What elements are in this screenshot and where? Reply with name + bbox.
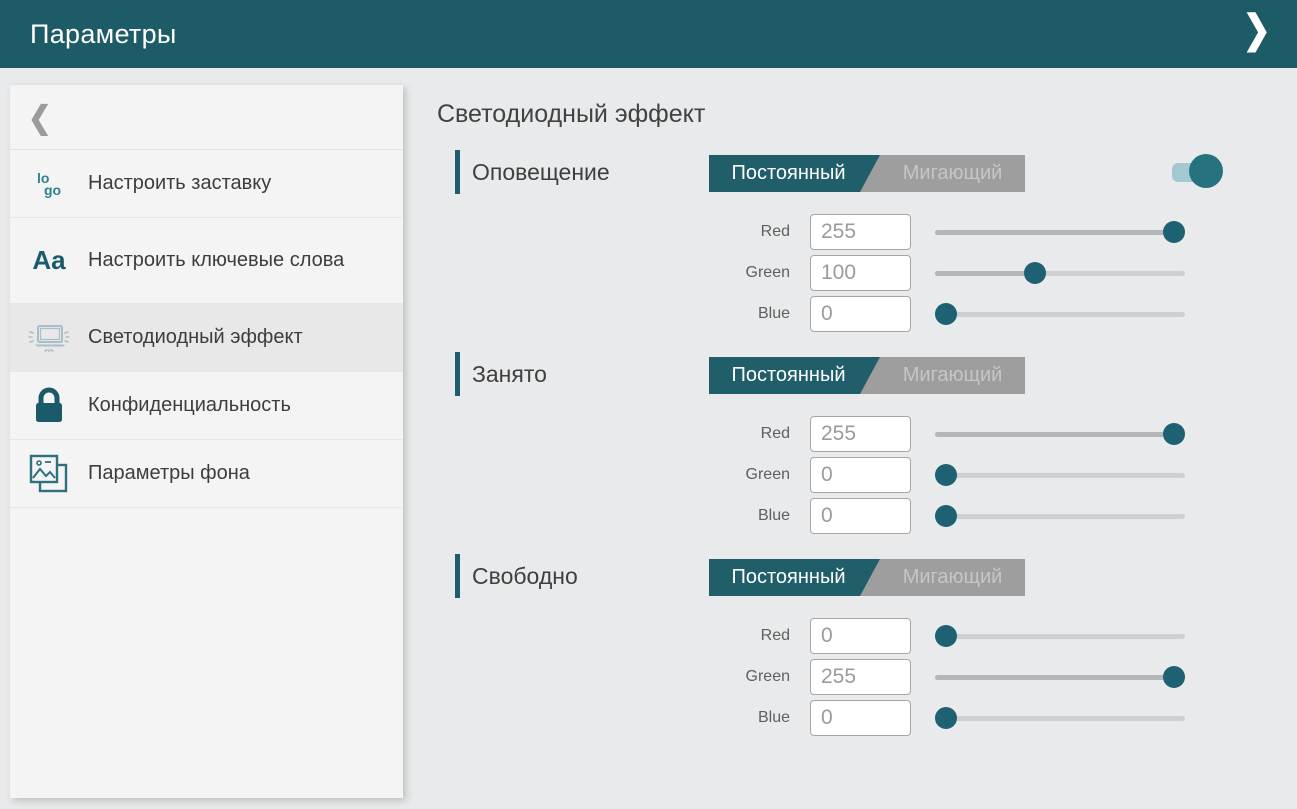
sidebar-item-screensaver[interactable]: lo go Настроить заставку (10, 150, 403, 218)
sidebar-back-row[interactable]: ❮ (10, 85, 403, 150)
slider-fill (935, 675, 1174, 680)
slider-track (935, 473, 1185, 478)
green-input[interactable] (810, 659, 911, 695)
slider-track (935, 514, 1185, 519)
section-busy: Занято Постоянный Мигающий Red Green Blu… (437, 352, 1237, 542)
red-input[interactable] (810, 416, 911, 452)
sidebar-item-background[interactable]: Параметры фона (10, 440, 403, 508)
green-input[interactable] (810, 457, 911, 493)
alert-mode-tabs: Постоянный Мигающий (709, 155, 1025, 192)
content-title: Светодиодный эффект (437, 100, 705, 129)
red-slider[interactable] (935, 618, 1185, 654)
red-slider[interactable] (935, 214, 1185, 250)
section-free: Свободно Постоянный Мигающий Red Green B… (437, 554, 1237, 744)
sidebar-item-label: Светодиодный эффект (88, 324, 319, 351)
tab-solid[interactable]: Постоянный (709, 155, 880, 192)
section-accent-bar (455, 352, 460, 396)
tab-solid[interactable]: Постоянный (709, 357, 880, 394)
blue-label: Blue (670, 700, 790, 736)
slider-fill (935, 432, 1174, 437)
sidebar-item-label: Параметры фона (88, 460, 266, 487)
slider-track (935, 716, 1185, 721)
red-slider[interactable] (935, 416, 1185, 452)
red-row: Red (437, 214, 1197, 250)
page-title: Параметры (30, 19, 177, 50)
green-row: Green (437, 659, 1197, 695)
slider-thumb[interactable] (935, 505, 957, 527)
slider-track (935, 312, 1185, 317)
green-row: Green (437, 255, 1197, 291)
blue-label: Blue (670, 296, 790, 332)
red-label: Red (670, 416, 790, 452)
red-input[interactable] (810, 214, 911, 250)
slider-thumb[interactable] (1024, 262, 1046, 284)
slider-thumb[interactable] (1163, 221, 1185, 243)
slider-thumb[interactable] (935, 707, 957, 729)
section-accent-bar (455, 554, 460, 598)
tab-solid[interactable]: Постоянный (709, 559, 880, 596)
slider-fill (935, 230, 1174, 235)
blue-slider[interactable] (935, 296, 1185, 332)
red-row: Red (437, 416, 1197, 452)
slider-thumb[interactable] (1163, 666, 1185, 688)
sidebar-item-label: Настроить заставку (88, 170, 287, 197)
sidebar-item-led-effect[interactable]: Светодиодный эффект (10, 304, 403, 372)
sidebar-item-label: Настроить ключевые слова (88, 247, 360, 274)
slider-fill (935, 271, 1035, 276)
blue-input[interactable] (810, 296, 911, 332)
blue-label: Blue (670, 498, 790, 534)
section-alert: Оповещение Постоянный Мигающий Red Green… (437, 150, 1237, 340)
section-name: Свободно (472, 554, 578, 598)
blue-row: Blue (437, 700, 1197, 736)
display-icon (10, 319, 88, 357)
slider-thumb[interactable] (1163, 423, 1185, 445)
tab-blinking[interactable]: Мигающий (880, 559, 1025, 596)
blue-input[interactable] (810, 498, 911, 534)
forward-chevron-icon[interactable]: ❯ (1235, 7, 1280, 53)
slider-track (935, 634, 1185, 639)
red-input[interactable] (810, 618, 911, 654)
tab-blinking[interactable]: Мигающий (880, 357, 1025, 394)
busy-mode-tabs: Постоянный Мигающий (709, 357, 1025, 394)
slider-thumb[interactable] (935, 464, 957, 486)
app-bar: Параметры ❯ (0, 0, 1297, 68)
green-input[interactable] (810, 255, 911, 291)
alert-toggle[interactable] (1172, 152, 1224, 190)
toggle-thumb (1189, 154, 1223, 188)
blue-row: Blue (437, 498, 1197, 534)
settings-sidebar: ❮ lo go Настроить заставку Aa Настроить … (10, 85, 403, 798)
green-slider[interactable] (935, 659, 1185, 695)
green-slider[interactable] (935, 457, 1185, 493)
green-label: Green (670, 457, 790, 493)
blue-row: Blue (437, 296, 1197, 332)
slider-thumb[interactable] (935, 625, 957, 647)
section-name: Занято (472, 352, 547, 396)
section-accent-bar (455, 150, 460, 194)
red-label: Red (670, 618, 790, 654)
lock-icon (10, 386, 88, 426)
blue-slider[interactable] (935, 498, 1185, 534)
green-label: Green (670, 255, 790, 291)
blue-input[interactable] (810, 700, 911, 736)
red-row: Red (437, 618, 1197, 654)
section-name: Оповещение (472, 150, 610, 194)
free-mode-tabs: Постоянный Мигающий (709, 559, 1025, 596)
green-row: Green (437, 457, 1197, 493)
slider-thumb[interactable] (935, 303, 957, 325)
blue-slider[interactable] (935, 700, 1185, 736)
red-label: Red (670, 214, 790, 250)
sidebar-item-privacy[interactable]: Конфиденциальность (10, 372, 403, 440)
images-icon (10, 452, 88, 496)
text-aa-icon: Aa (10, 245, 88, 276)
logo-icon: lo go (10, 172, 88, 196)
sidebar-item-label: Конфиденциальность (88, 392, 307, 419)
back-chevron-icon: ❮ (28, 99, 51, 135)
green-label: Green (670, 659, 790, 695)
sidebar-item-keywords[interactable]: Aa Настроить ключевые слова (10, 218, 403, 304)
tab-blinking[interactable]: Мигающий (880, 155, 1025, 192)
green-slider[interactable] (935, 255, 1185, 291)
